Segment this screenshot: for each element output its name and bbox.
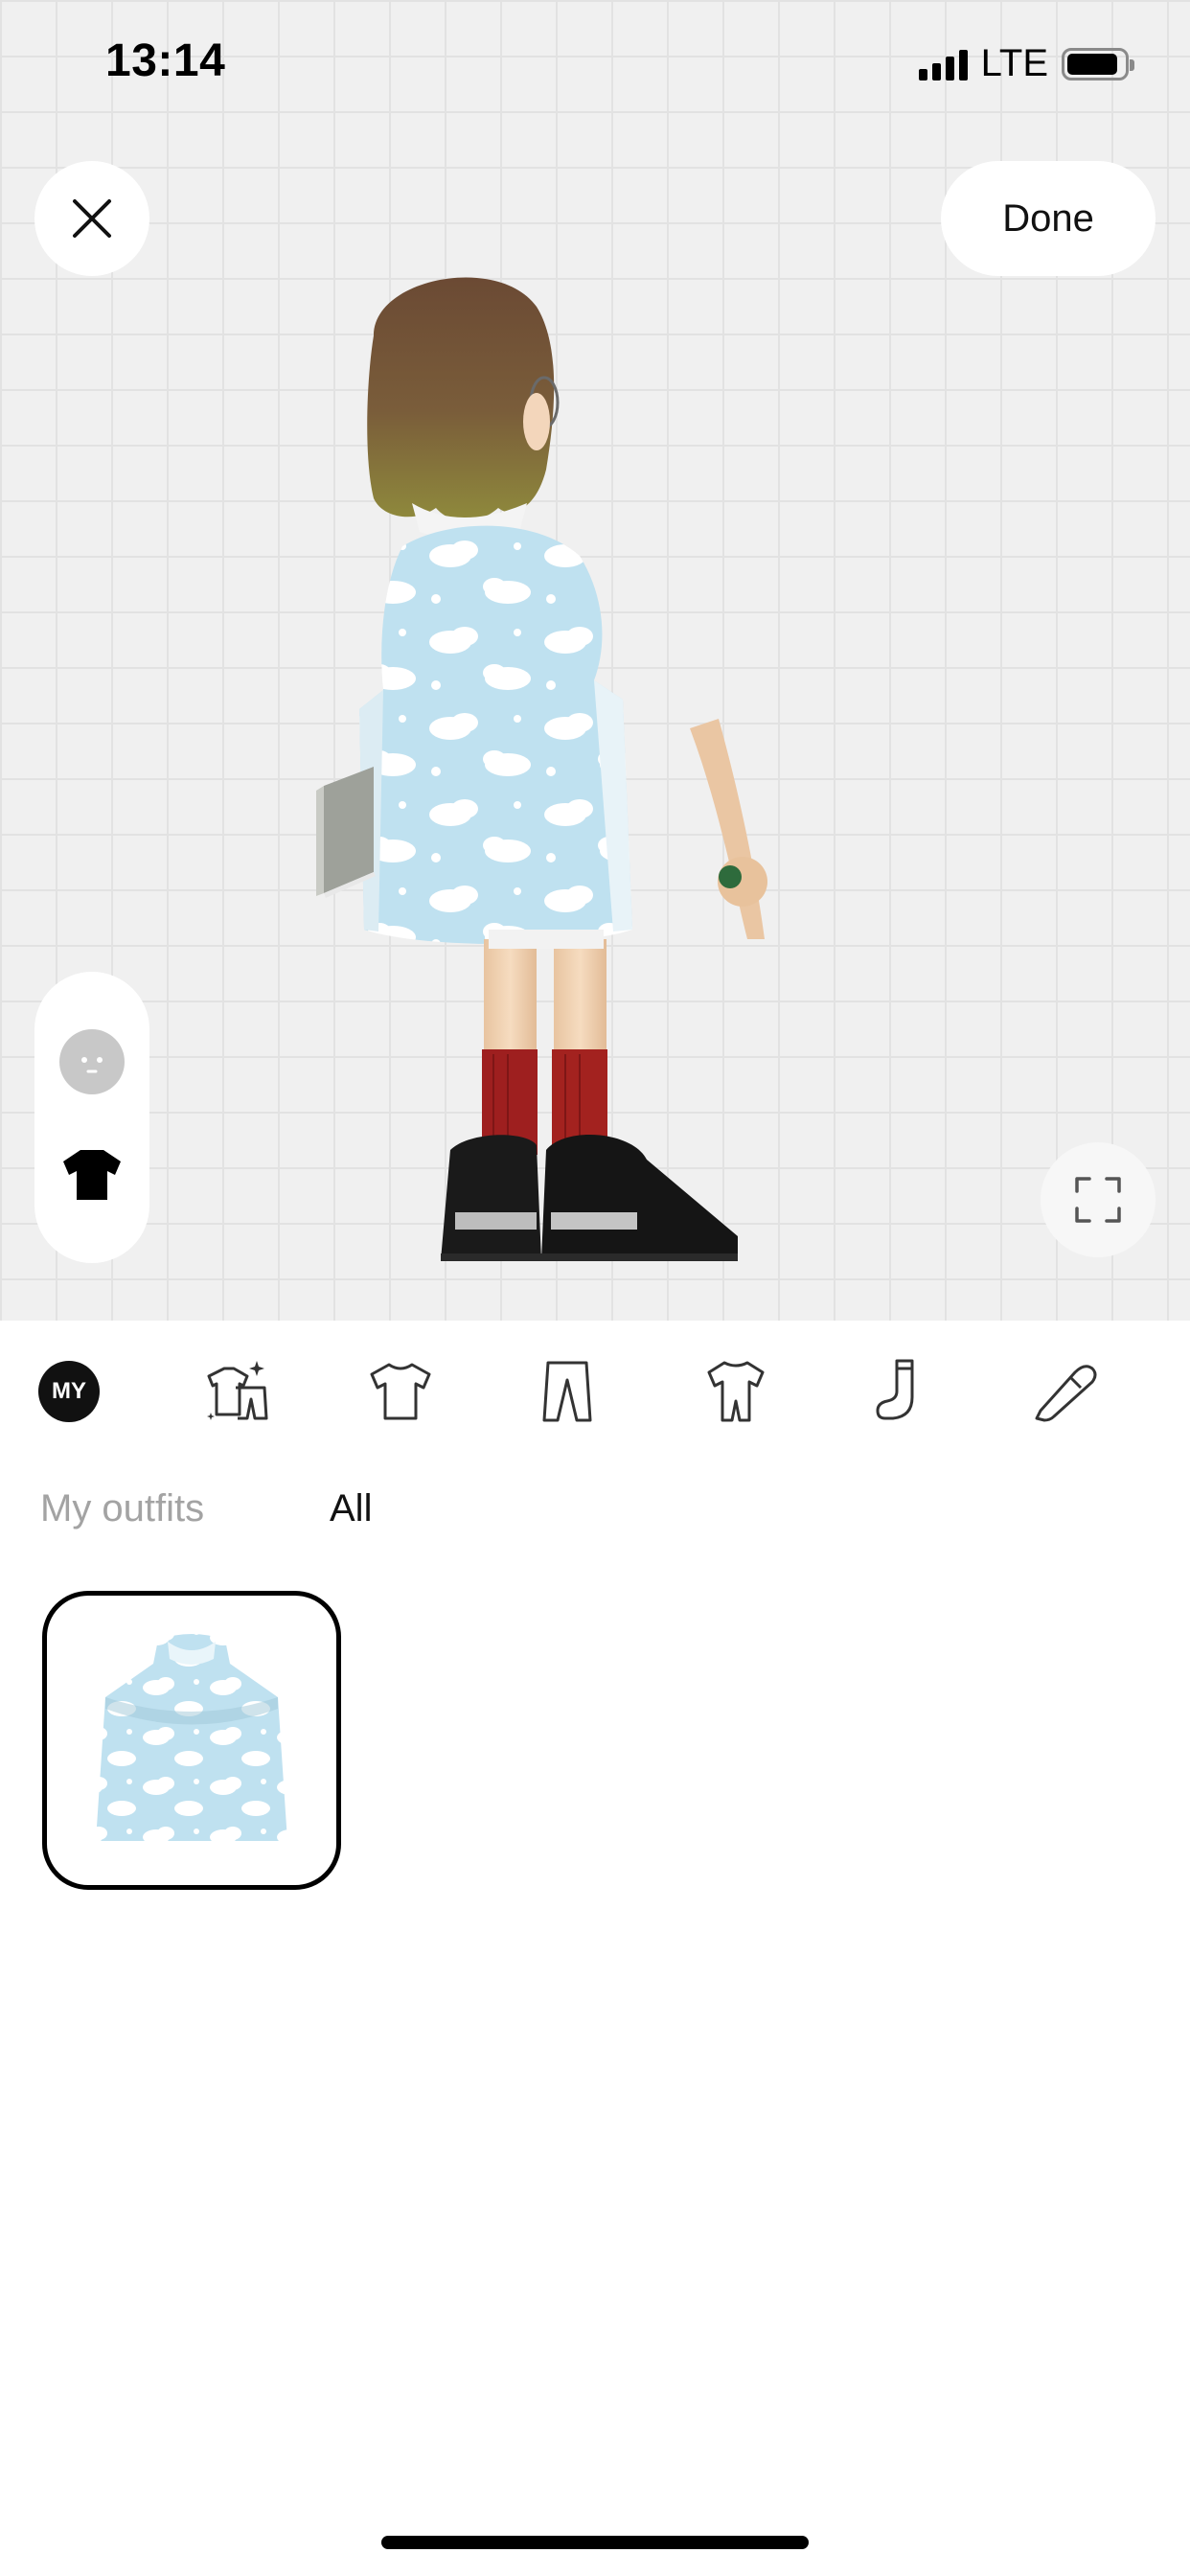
category-onepiece[interactable] xyxy=(699,1355,772,1428)
network-type: LTE xyxy=(980,42,1048,84)
avatar-preview-canvas[interactable]: 13:14 LTE Done xyxy=(0,0,1190,1321)
category-pants[interactable] xyxy=(531,1355,604,1428)
done-button[interactable]: Done xyxy=(941,161,1156,276)
onepiece-icon xyxy=(707,1361,765,1422)
outfit-item-selected[interactable] xyxy=(42,1591,341,1890)
home-indicator[interactable] xyxy=(381,2536,809,2549)
subtab-all[interactable]: All xyxy=(330,1487,372,1530)
outfit-set-icon xyxy=(207,1361,268,1420)
category-shoes[interactable] xyxy=(1031,1355,1104,1428)
battery-level xyxy=(1067,53,1117,75)
view-mode-toggle xyxy=(34,972,149,1263)
close-button[interactable] xyxy=(34,161,149,276)
battery-icon xyxy=(1062,47,1134,80)
subtab-my-outfits[interactable]: My outfits xyxy=(40,1487,204,1530)
status-icons: LTE xyxy=(918,42,1134,85)
fullscreen-icon xyxy=(1075,1177,1121,1223)
close-icon xyxy=(73,199,111,238)
category-outfit-set[interactable] xyxy=(201,1355,274,1428)
shoe-icon xyxy=(1035,1365,1097,1422)
signal-icon xyxy=(918,48,968,80)
top-icon xyxy=(370,1363,431,1420)
category-tabs: MY xyxy=(0,1321,1190,1464)
status-time: 13:14 xyxy=(105,35,226,86)
fullscreen-button[interactable] xyxy=(1041,1142,1156,1257)
socks-icon xyxy=(876,1359,914,1420)
shirt-icon[interactable] xyxy=(59,1142,125,1208)
category-socks[interactable] xyxy=(864,1355,937,1428)
cloud-cape-thumbnail xyxy=(96,1634,287,1841)
face-icon[interactable] xyxy=(59,1029,125,1094)
category-top[interactable] xyxy=(364,1355,437,1428)
category-my[interactable]: MY xyxy=(38,1361,100,1422)
face-icon-glyph xyxy=(81,1057,103,1073)
pants-icon xyxy=(542,1361,592,1422)
avatar-model[interactable] xyxy=(307,268,824,1275)
